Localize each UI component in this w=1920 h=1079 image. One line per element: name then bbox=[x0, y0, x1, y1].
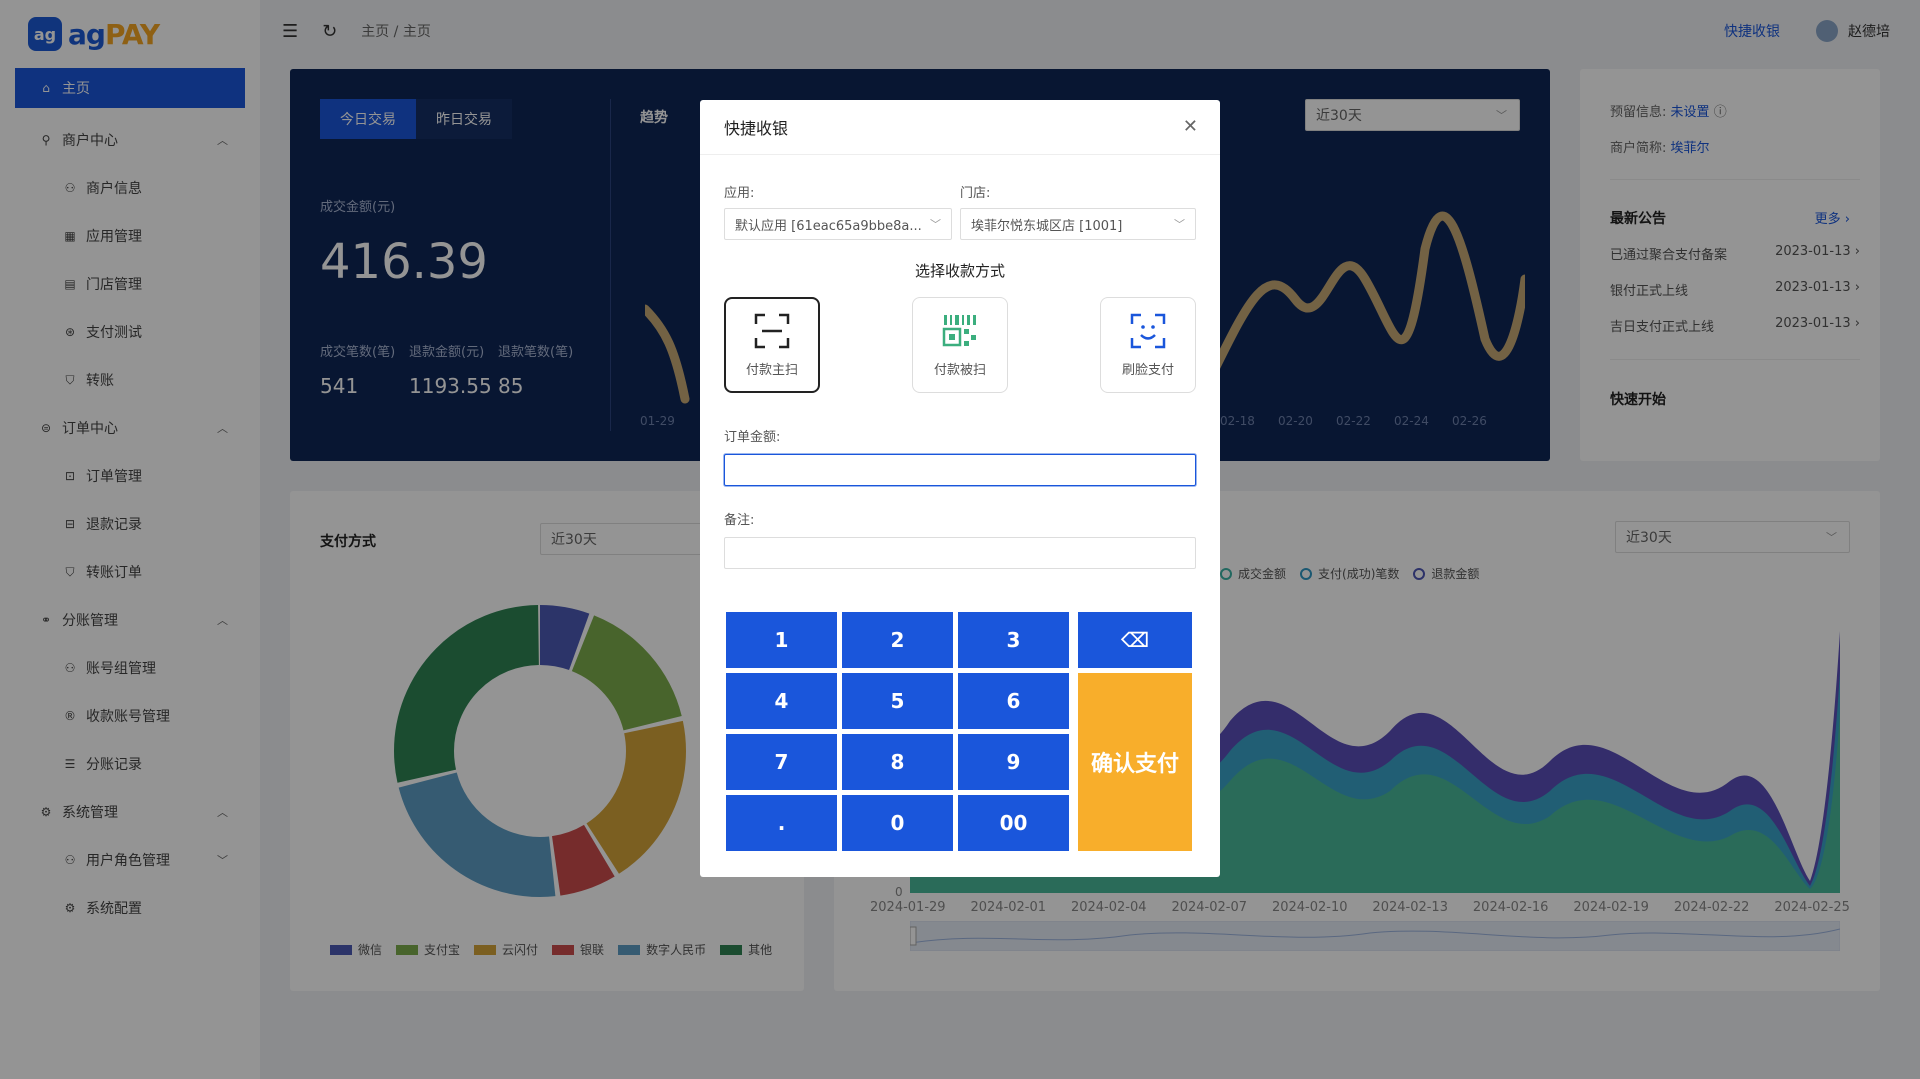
key-00[interactable]: 00 bbox=[958, 795, 1069, 851]
pay-method-active-scan[interactable]: 付款主扫 bbox=[724, 297, 820, 393]
modal-title: 快捷收银 bbox=[724, 119, 789, 138]
keypad: 1 2 3 ⌫ 4 5 6 7 8 9 . 0 00 确认支付 bbox=[726, 612, 1194, 852]
key-0[interactable]: 0 bbox=[842, 795, 953, 851]
key-4[interactable]: 4 bbox=[726, 673, 837, 729]
barcode-icon bbox=[942, 314, 976, 346]
pay-method-passive-scan[interactable]: 付款被扫 bbox=[912, 297, 1008, 393]
confirm-pay-button[interactable]: 确认支付 bbox=[1078, 673, 1192, 851]
scan-icon bbox=[754, 313, 790, 348]
remark-field-label: 备注: bbox=[724, 513, 755, 528]
key-3[interactable]: 3 bbox=[958, 612, 1069, 668]
key-1[interactable]: 1 bbox=[726, 612, 837, 668]
face-scan-icon bbox=[1130, 313, 1166, 348]
backspace-icon: ⌫ bbox=[1120, 628, 1150, 652]
modal-header: 快捷收银 ✕ bbox=[700, 100, 1220, 155]
key-2[interactable]: 2 bbox=[842, 612, 953, 668]
quick-pay-modal: 快捷收银 ✕ 应用: 默认应用 [61eac65a9bbe8a... ﹀ 门店: … bbox=[700, 100, 1220, 877]
store-select[interactable]: 埃菲尔悦东城区店 [1001] ﹀ bbox=[960, 208, 1196, 240]
chevron-down-icon: ﹀ bbox=[1174, 218, 1185, 231]
key-9[interactable]: 9 bbox=[958, 734, 1069, 790]
pay-method-heading: 选择收款方式 bbox=[914, 262, 1005, 280]
key-5[interactable]: 5 bbox=[842, 673, 953, 729]
chevron-down-icon: ﹀ bbox=[930, 218, 941, 231]
remark-input[interactable] bbox=[724, 537, 1196, 569]
key-8[interactable]: 8 bbox=[842, 734, 953, 790]
amount-field-label: 订单金额: bbox=[724, 430, 781, 445]
key-7[interactable]: 7 bbox=[726, 734, 837, 790]
close-icon[interactable]: ✕ bbox=[1183, 116, 1198, 137]
pay-method-face-pay[interactable]: 刷脸支付 bbox=[1100, 297, 1196, 393]
key-6[interactable]: 6 bbox=[958, 673, 1069, 729]
store-label: 门店: bbox=[960, 186, 991, 201]
app-label: 应用: bbox=[724, 186, 755, 201]
order-amount-input[interactable] bbox=[724, 454, 1196, 486]
key-dot[interactable]: . bbox=[726, 795, 837, 851]
backspace-button[interactable]: ⌫ bbox=[1078, 612, 1192, 668]
app-select[interactable]: 默认应用 [61eac65a9bbe8a... ﹀ bbox=[724, 208, 952, 240]
